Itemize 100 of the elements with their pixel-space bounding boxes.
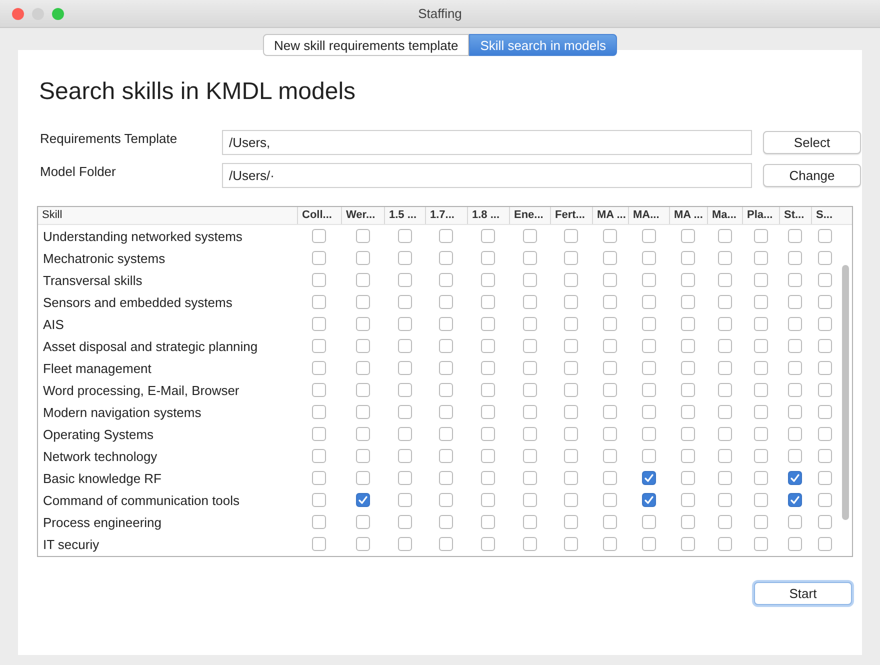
checkbox[interactable] [788, 339, 802, 353]
checkbox[interactable] [356, 251, 370, 265]
checkbox[interactable] [788, 273, 802, 287]
checkbox[interactable] [564, 515, 578, 529]
checkbox[interactable] [818, 493, 832, 507]
checkbox[interactable] [718, 361, 732, 375]
checkbox[interactable] [788, 449, 802, 463]
start-button[interactable]: Start [754, 582, 852, 605]
checkbox[interactable] [642, 361, 656, 375]
checkbox[interactable] [481, 405, 495, 419]
column-header[interactable]: MA ... [592, 207, 628, 224]
checkbox[interactable] [522, 361, 536, 375]
checkbox[interactable] [754, 339, 768, 353]
checkbox[interactable] [522, 537, 536, 551]
checkbox[interactable] [603, 251, 617, 265]
checkbox[interactable] [603, 295, 617, 309]
checkbox[interactable] [642, 295, 656, 309]
checkbox[interactable] [439, 339, 453, 353]
checkbox[interactable] [312, 295, 326, 309]
column-header[interactable]: Fert... [550, 207, 592, 224]
checkbox[interactable] [522, 405, 536, 419]
checkbox[interactable] [718, 471, 732, 485]
checkbox[interactable] [788, 427, 802, 441]
checkbox[interactable] [312, 339, 326, 353]
checkbox[interactable] [481, 229, 495, 243]
checkbox[interactable] [642, 405, 656, 419]
checkbox[interactable] [398, 273, 412, 287]
checkbox[interactable] [642, 251, 656, 265]
checkbox[interactable] [681, 251, 695, 265]
checkbox[interactable] [818, 449, 832, 463]
checkbox[interactable] [681, 405, 695, 419]
checkbox[interactable] [564, 493, 578, 507]
checkbox[interactable] [642, 383, 656, 397]
checkbox[interactable] [754, 273, 768, 287]
checkbox[interactable] [564, 229, 578, 243]
checkbox[interactable] [642, 273, 656, 287]
checkbox[interactable] [603, 383, 617, 397]
checkbox[interactable] [356, 537, 370, 551]
checkbox[interactable] [681, 515, 695, 529]
checkbox[interactable] [439, 537, 453, 551]
checkbox[interactable] [356, 295, 370, 309]
checkbox[interactable] [481, 537, 495, 551]
checkbox[interactable] [818, 361, 832, 375]
column-header[interactable]: Coll... [297, 207, 341, 224]
checkbox[interactable] [439, 251, 453, 265]
checkbox[interactable] [603, 339, 617, 353]
checkbox[interactable] [788, 317, 802, 331]
checkbox[interactable] [356, 273, 370, 287]
checkbox[interactable] [481, 493, 495, 507]
checkbox[interactable] [754, 515, 768, 529]
checkbox[interactable] [681, 471, 695, 485]
checkbox[interactable] [522, 317, 536, 331]
checkbox[interactable] [681, 493, 695, 507]
checkbox[interactable] [818, 537, 832, 551]
checkbox[interactable] [754, 383, 768, 397]
checkbox[interactable] [603, 471, 617, 485]
checkbox[interactable] [642, 449, 656, 463]
checkbox[interactable] [754, 405, 768, 419]
checkbox[interactable] [718, 295, 732, 309]
tab[interactable]: New skill requirements template [263, 34, 470, 56]
checkbox[interactable] [356, 427, 370, 441]
checkbox[interactable] [818, 229, 832, 243]
checkbox[interactable] [398, 339, 412, 353]
checkbox[interactable] [718, 493, 732, 507]
checkbox[interactable] [642, 339, 656, 353]
checkbox[interactable] [481, 251, 495, 265]
path-field[interactable]: /Users, [222, 130, 752, 155]
checkbox[interactable] [718, 317, 732, 331]
checkbox[interactable] [681, 449, 695, 463]
checkbox[interactable] [522, 515, 536, 529]
checkbox[interactable] [754, 449, 768, 463]
checkbox[interactable] [818, 405, 832, 419]
checkbox[interactable] [312, 427, 326, 441]
checkbox[interactable] [398, 427, 412, 441]
checkbox[interactable] [439, 427, 453, 441]
checkbox[interactable] [398, 493, 412, 507]
checkbox[interactable] [564, 295, 578, 309]
column-header[interactable]: Ene... [509, 207, 550, 224]
checkbox[interactable] [481, 317, 495, 331]
checkbox[interactable] [681, 361, 695, 375]
column-header[interactable]: MA ... [669, 207, 707, 224]
checkbox[interactable] [398, 515, 412, 529]
browse-button[interactable]: Select [763, 131, 861, 154]
checkbox[interactable] [398, 471, 412, 485]
checkbox[interactable] [718, 383, 732, 397]
checkbox[interactable] [398, 295, 412, 309]
checkbox[interactable] [564, 361, 578, 375]
checkbox[interactable] [754, 427, 768, 441]
checkbox[interactable] [564, 449, 578, 463]
checkbox[interactable] [818, 295, 832, 309]
checkbox[interactable] [398, 405, 412, 419]
checkbox[interactable] [718, 339, 732, 353]
checkbox[interactable] [356, 229, 370, 243]
checkbox[interactable] [398, 317, 412, 331]
checkbox[interactable] [356, 383, 370, 397]
checkbox[interactable] [754, 295, 768, 309]
checkbox[interactable] [398, 449, 412, 463]
checkbox[interactable] [603, 273, 617, 287]
checkbox[interactable] [481, 515, 495, 529]
checkbox[interactable] [522, 251, 536, 265]
